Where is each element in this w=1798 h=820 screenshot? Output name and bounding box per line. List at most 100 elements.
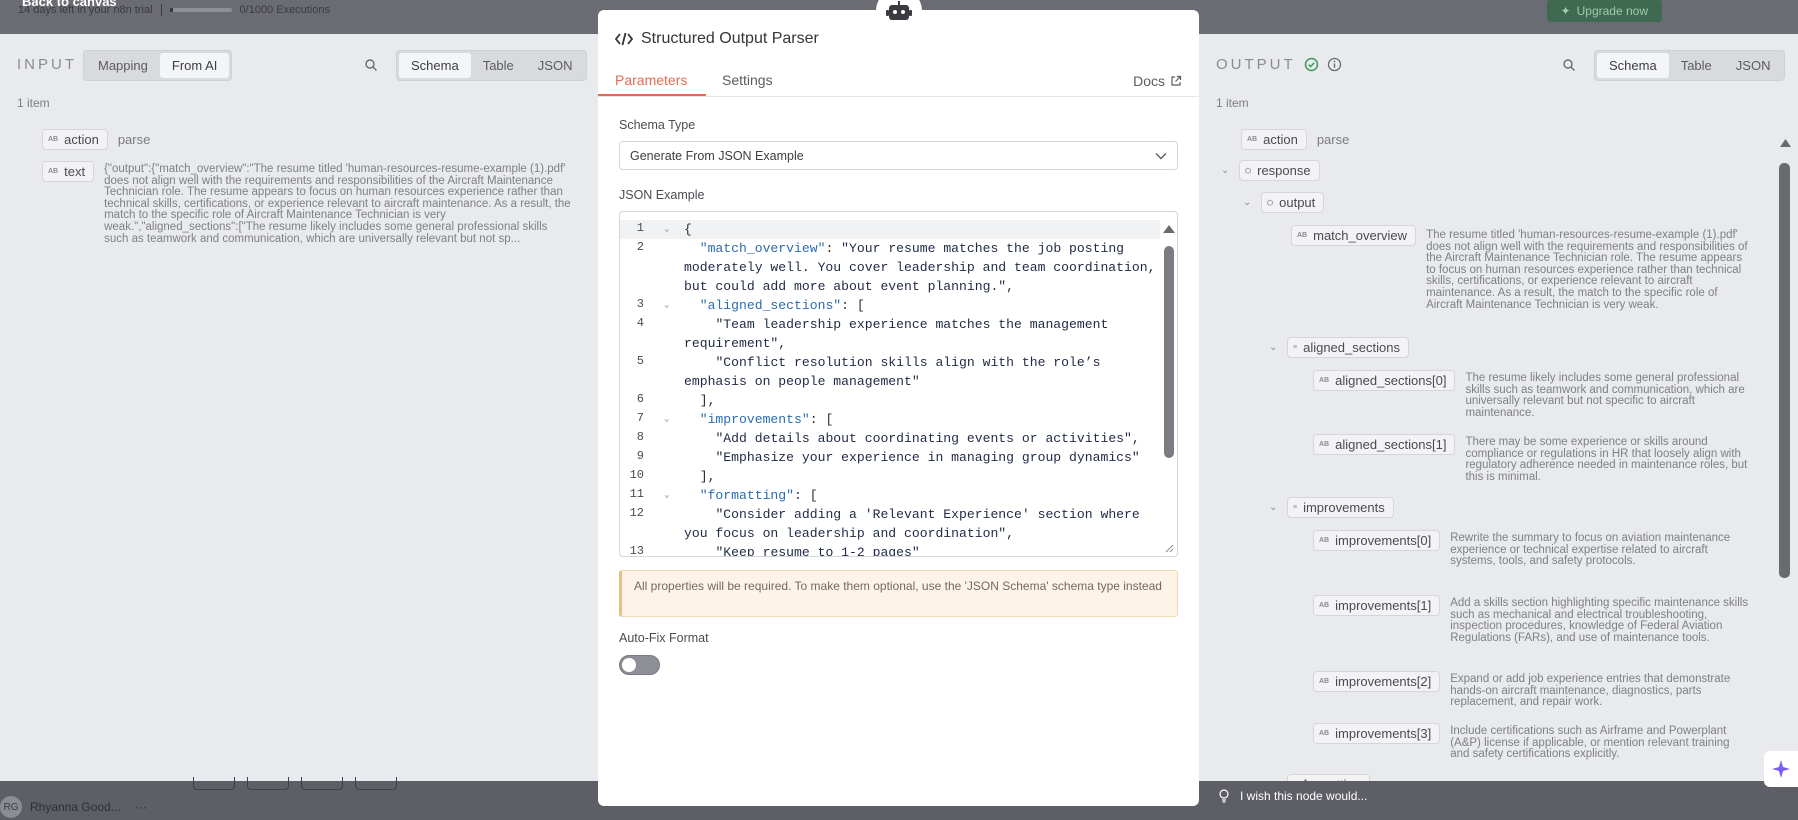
- field-name: output: [1279, 195, 1316, 210]
- search-icon[interactable]: [364, 58, 378, 72]
- field-pill[interactable]: AB improvements[1]: [1313, 595, 1441, 616]
- line-number: 9: [636, 449, 644, 463]
- tab-table[interactable]: Table: [471, 53, 526, 78]
- field-name: aligned_sections: [1303, 340, 1400, 355]
- string-type-icon: AB: [1319, 441, 1330, 448]
- code-line: "Team leadership experience matches the …: [715, 317, 1109, 332]
- code-line: "Keep resume to 1-2 pages": [715, 545, 920, 557]
- output-scrollbar[interactable]: [1779, 137, 1792, 579]
- tab-settings[interactable]: Settings: [722, 72, 773, 88]
- array-row-aligned-sections: ⌄ ≡ aligned_sections: [1269, 337, 1409, 358]
- user-menu[interactable]: RG Rhyanna Good... ···: [0, 796, 147, 818]
- chevron-down-icon[interactable]: ⌄: [1243, 197, 1255, 208]
- field-row: AB improvements[1] Add a skills section h…: [1313, 595, 1760, 644]
- code-line: "Conflict resolution skills align with t…: [715, 355, 1101, 370]
- fold-chevron-icon[interactable]: ⌄: [664, 300, 669, 310]
- code-line: but could add more about event planning.…: [684, 279, 1015, 294]
- scrollbar-thumb[interactable]: [1164, 246, 1174, 458]
- tab-schema[interactable]: Schema: [1597, 53, 1669, 78]
- tab-mapping[interactable]: Mapping: [86, 53, 160, 78]
- field-pill[interactable]: AB text: [42, 161, 95, 182]
- field-value: Rewrite the summary to focus on aviation…: [1450, 532, 1731, 568]
- active-tab-indicator: [598, 94, 706, 96]
- editor-scrollbar[interactable]: [1163, 224, 1175, 536]
- scroll-up-icon[interactable]: [1779, 137, 1792, 149]
- string-type-icon: AB: [1247, 136, 1258, 143]
- scroll-up-icon[interactable]: [1163, 224, 1175, 234]
- object-type-icon: ⬡: [1267, 199, 1274, 207]
- canvas-control[interactable]: [355, 777, 397, 790]
- object-type-icon: ⬡: [1245, 167, 1252, 175]
- field-pill[interactable]: AB improvements[0]: [1313, 530, 1441, 551]
- field-value: {"output":{"match_overview":"The resume …: [104, 163, 571, 245]
- search-icon[interactable]: [1562, 58, 1576, 72]
- more-icon[interactable]: ···: [135, 800, 147, 814]
- json-example-editor[interactable]: 1 2 3 4 5 6 7 8 9 10 11 12 13 ⌄ ⌄ ⌄ ⌄ { …: [619, 211, 1178, 557]
- field-name: improvements: [1303, 500, 1385, 515]
- scrollbar-thumb[interactable]: [1779, 163, 1790, 578]
- code-line: requirement",: [684, 336, 787, 351]
- field-value: Include certifications such as Airframe …: [1450, 725, 1730, 761]
- field-pill[interactable]: AB action: [42, 129, 108, 150]
- tab-parameters[interactable]: Parameters: [615, 72, 687, 88]
- resize-handle-icon[interactable]: [1162, 541, 1174, 553]
- tab-json[interactable]: JSON: [1724, 53, 1783, 78]
- chevron-down-icon: [1155, 152, 1167, 159]
- chevron-down-icon[interactable]: ⌄: [1221, 165, 1233, 176]
- line-number: 8: [636, 430, 644, 444]
- field-value: The resume likely includes some general …: [1465, 372, 1745, 419]
- line-number: 4: [636, 316, 644, 330]
- field-pill[interactable]: ≡ improvements: [1287, 497, 1394, 518]
- docs-link[interactable]: Docs: [1133, 73, 1182, 89]
- field-pill[interactable]: AB improvements[3]: [1313, 723, 1441, 744]
- canvas-control[interactable]: [301, 777, 343, 790]
- field-pill[interactable]: ⬡ output: [1261, 192, 1325, 213]
- input-mode-tabs: Mapping From AI: [83, 50, 233, 81]
- line-number: 10: [629, 468, 644, 482]
- line-number: 2: [636, 240, 644, 254]
- upgrade-button[interactable]: ✦ Upgrade now: [1546, 0, 1662, 22]
- fold-chevron-icon[interactable]: ⌄: [664, 224, 669, 234]
- tab-schema[interactable]: Schema: [399, 53, 471, 78]
- schema-type-select[interactable]: Generate From JSON Example: [619, 141, 1178, 170]
- canvas-control[interactable]: [247, 777, 289, 790]
- field-value: parse: [1316, 132, 1350, 147]
- code-line: "Consider adding a 'Relevant Experience'…: [715, 507, 1140, 522]
- tab-json[interactable]: JSON: [526, 53, 585, 78]
- field-pill[interactable]: AB aligned_sections[0]: [1313, 370, 1456, 391]
- array-type-icon: ≡: [1293, 344, 1298, 351]
- trial-banner: 14 days left in your n8n trial 0/1000 Ex…: [18, 4, 330, 16]
- canvas-control[interactable]: [193, 777, 235, 790]
- info-icon[interactable]: [1327, 57, 1342, 72]
- chevron-down-icon[interactable]: ⌄: [1269, 342, 1281, 353]
- chevron-down-icon[interactable]: ⌄: [1269, 502, 1281, 513]
- field-row: AB aligned_sections[1] There may be some …: [1313, 434, 1753, 483]
- code-line: moderately well. You cover leadership an…: [684, 260, 1156, 275]
- tab-table[interactable]: Table: [1669, 53, 1724, 78]
- feedback-link[interactable]: I wish this node would...: [1218, 789, 1367, 803]
- field-name: aligned_sections[1]: [1335, 437, 1447, 452]
- field-pill[interactable]: ≡formatting: [1287, 774, 1370, 781]
- info-notice: All properties will be required. To make…: [619, 570, 1178, 617]
- field-pill[interactable]: AB action: [1241, 129, 1307, 150]
- object-row-output: ⌄ ⬡ output: [1243, 192, 1325, 213]
- field-row: AB improvements[3] Include certifications…: [1313, 723, 1750, 761]
- field-pill[interactable]: AB match_overview: [1291, 225, 1417, 246]
- ai-assistant-button[interactable]: [1764, 751, 1798, 787]
- field-name: action: [64, 132, 99, 147]
- field-value: Expand or add job experience entries tha…: [1450, 673, 1731, 709]
- fold-chevron-icon[interactable]: ⌄: [664, 490, 669, 500]
- autofix-toggle[interactable]: [619, 655, 660, 675]
- executions-progress: [169, 8, 232, 12]
- field-pill[interactable]: AB improvements[2]: [1313, 671, 1441, 692]
- field-pill[interactable]: AB aligned_sections[1]: [1313, 434, 1456, 455]
- field-row: AB improvements[2] Expand or add job expe…: [1313, 671, 1750, 709]
- avatar: RG: [0, 796, 22, 818]
- tab-from-ai[interactable]: From AI: [159, 53, 230, 78]
- code-line: "match_overview": "Your resume matches t…: [699, 241, 1125, 256]
- external-link-icon: [1171, 75, 1182, 86]
- field-pill[interactable]: ≡ aligned_sections: [1287, 337, 1409, 358]
- fold-chevron-icon[interactable]: ⌄: [664, 414, 669, 424]
- object-row-response: ⌄ ⬡ response: [1221, 160, 1320, 181]
- field-pill[interactable]: ⬡ response: [1239, 160, 1320, 181]
